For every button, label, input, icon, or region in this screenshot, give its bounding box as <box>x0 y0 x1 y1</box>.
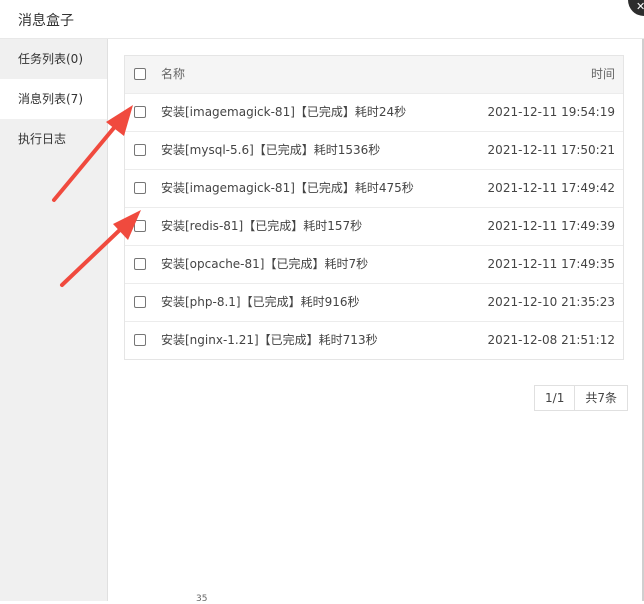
column-header-name: 名称 <box>161 67 186 81</box>
row-checkbox[interactable] <box>134 296 146 308</box>
page-indicator[interactable]: 1/1 <box>535 386 576 410</box>
sidebar-item-execution-log[interactable]: 执行日志 <box>0 119 107 159</box>
table-header-row: 名称 时间 <box>125 56 623 93</box>
total-count: 共7条 <box>585 391 617 405</box>
row-checkbox[interactable] <box>134 144 146 156</box>
row-checkbox[interactable] <box>134 106 146 118</box>
row-checkbox[interactable] <box>134 334 146 346</box>
table-row: 安装[imagemagick-81]【已完成】耗时475秒 2021-12-11… <box>125 169 623 207</box>
row-time: 2021-12-08 21:51:12 <box>487 333 615 347</box>
sidebar-item-label: 执行日志 <box>18 132 67 146</box>
row-time: 2021-12-11 17:49:35 <box>487 257 615 271</box>
row-time: 2021-12-11 17:49:39 <box>487 219 615 233</box>
select-all-checkbox[interactable] <box>134 68 146 80</box>
dialog-titlebar: 消息盒子 <box>0 0 644 39</box>
close-icon: ✕ <box>636 0 644 13</box>
dialog-title: 消息盒子 <box>18 13 74 29</box>
row-name: 安装[imagemagick-81]【已完成】耗时475秒 <box>161 181 414 195</box>
message-list-panel: 名称 时间 安装[imagemagick-81]【已完成】耗时24秒 2021-… <box>108 39 644 601</box>
message-box-dialog: 消息盒子 任务列表(0) 消息列表(7) 执行日志 名称 时间 安装[image… <box>0 0 644 604</box>
column-header-time: 时间 <box>590 67 615 81</box>
table-row: 安装[mysql-5.6]【已完成】耗时1536秒 2021-12-11 17:… <box>125 131 623 169</box>
row-name: 安装[opcache-81]【已完成】耗时7秒 <box>161 257 369 271</box>
sidebar-item-message-list[interactable]: 消息列表(7) <box>0 79 107 119</box>
table-row: 安装[opcache-81]【已完成】耗时7秒 2021-12-11 17:49… <box>125 245 623 283</box>
table-row: 安装[imagemagick-81]【已完成】耗时24秒 2021-12-11 … <box>125 93 623 131</box>
row-time: 2021-12-11 17:49:42 <box>487 181 615 195</box>
sidebar: 任务列表(0) 消息列表(7) 执行日志 <box>0 39 108 601</box>
table-row: 安装[nginx-1.21]【已完成】耗时713秒 2021-12-08 21:… <box>125 321 623 359</box>
sidebar-item-label: 任务列表(0) <box>18 52 83 66</box>
row-name: 安装[redis-81]【已完成】耗时157秒 <box>161 219 363 233</box>
row-name: 安装[mysql-5.6]【已完成】耗时1536秒 <box>161 143 381 157</box>
table-row: 安装[redis-81]【已完成】耗时157秒 2021-12-11 17:49… <box>125 207 623 245</box>
pagination: 1/1 共7条 <box>534 385 628 411</box>
row-name: 安装[nginx-1.21]【已完成】耗时713秒 <box>161 333 378 347</box>
row-time: 2021-12-10 21:35:23 <box>487 295 615 309</box>
table-row: 安装[php-8.1]【已完成】耗时916秒 2021-12-10 21:35:… <box>125 283 623 321</box>
row-name: 安装[imagemagick-81]【已完成】耗时24秒 <box>161 105 407 119</box>
row-checkbox[interactable] <box>134 182 146 194</box>
row-checkbox[interactable] <box>134 220 146 232</box>
message-table: 名称 时间 安装[imagemagick-81]【已完成】耗时24秒 2021-… <box>124 55 624 360</box>
row-name: 安装[php-8.1]【已完成】耗时916秒 <box>161 295 360 309</box>
row-checkbox[interactable] <box>134 258 146 270</box>
row-time: 2021-12-11 17:50:21 <box>487 143 615 157</box>
row-time: 2021-12-11 19:54:19 <box>487 105 615 119</box>
sidebar-item-task-list[interactable]: 任务列表(0) <box>0 39 107 79</box>
sidebar-item-label: 消息列表(7) <box>18 92 83 106</box>
